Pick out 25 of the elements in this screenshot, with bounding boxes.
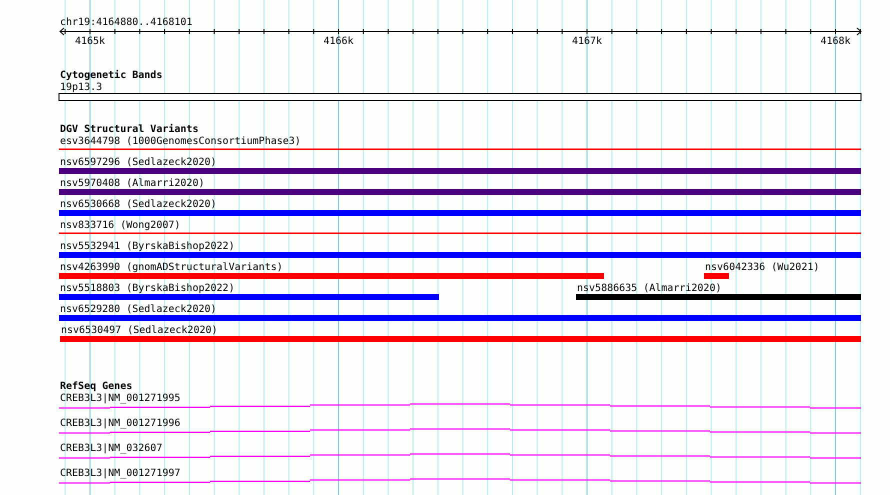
location-label: chr19:4164880..4168101 xyxy=(60,17,192,28)
ruler-tick-label: 4166k xyxy=(323,36,354,47)
variant-label: nsv833716 (Wong2007) xyxy=(60,220,180,231)
variant-label: nsv5970408 (Almarri2020) xyxy=(60,178,204,189)
track-title: Cytogenetic Bands xyxy=(60,70,162,81)
variant-label: nsv6529280 (Sedlazeck2020) xyxy=(60,304,217,315)
transcript-label: CREB3L3|NM_001271997 xyxy=(60,468,180,479)
cytoband-label: 19p13.3 xyxy=(60,82,102,93)
transcript-label: CREB3L3|NM_032607 xyxy=(60,443,162,454)
ruler-tick-label: 4168k xyxy=(820,36,851,47)
track-title: RefSeq Genes xyxy=(60,381,132,392)
variant-label: nsv4263990 (gnomADStructuralVariants) xyxy=(60,262,283,273)
variant-label: esv3644798 (1000GenomesConsortiumPhase3) xyxy=(60,136,301,147)
transcript-label: CREB3L3|NM_001271996 xyxy=(60,418,180,429)
variant-label: nsv6530497 (Sedlazeck2020) xyxy=(61,325,218,336)
variant-label: nsv5886635 (Almarri2020) xyxy=(577,283,722,294)
variant-label: nsv5518803 (ByrskaBishop2022) xyxy=(60,283,235,294)
variant-label: nsv6530668 (Sedlazeck2020) xyxy=(60,199,217,210)
transcript-label: CREB3L3|NM_001271995 xyxy=(60,393,180,404)
ruler-tick-label: 4165k xyxy=(74,36,106,47)
variant-label: nsv6597296 (Sedlazeck2020) xyxy=(60,157,217,168)
variant-label: nsv5532941 (ByrskaBishop2022) xyxy=(60,241,235,252)
track-title: DGV Structural Variants xyxy=(60,124,198,135)
variant-label: nsv6042336 (Wu2021) xyxy=(705,262,820,273)
ruler-tick-label: 4167k xyxy=(572,36,602,47)
